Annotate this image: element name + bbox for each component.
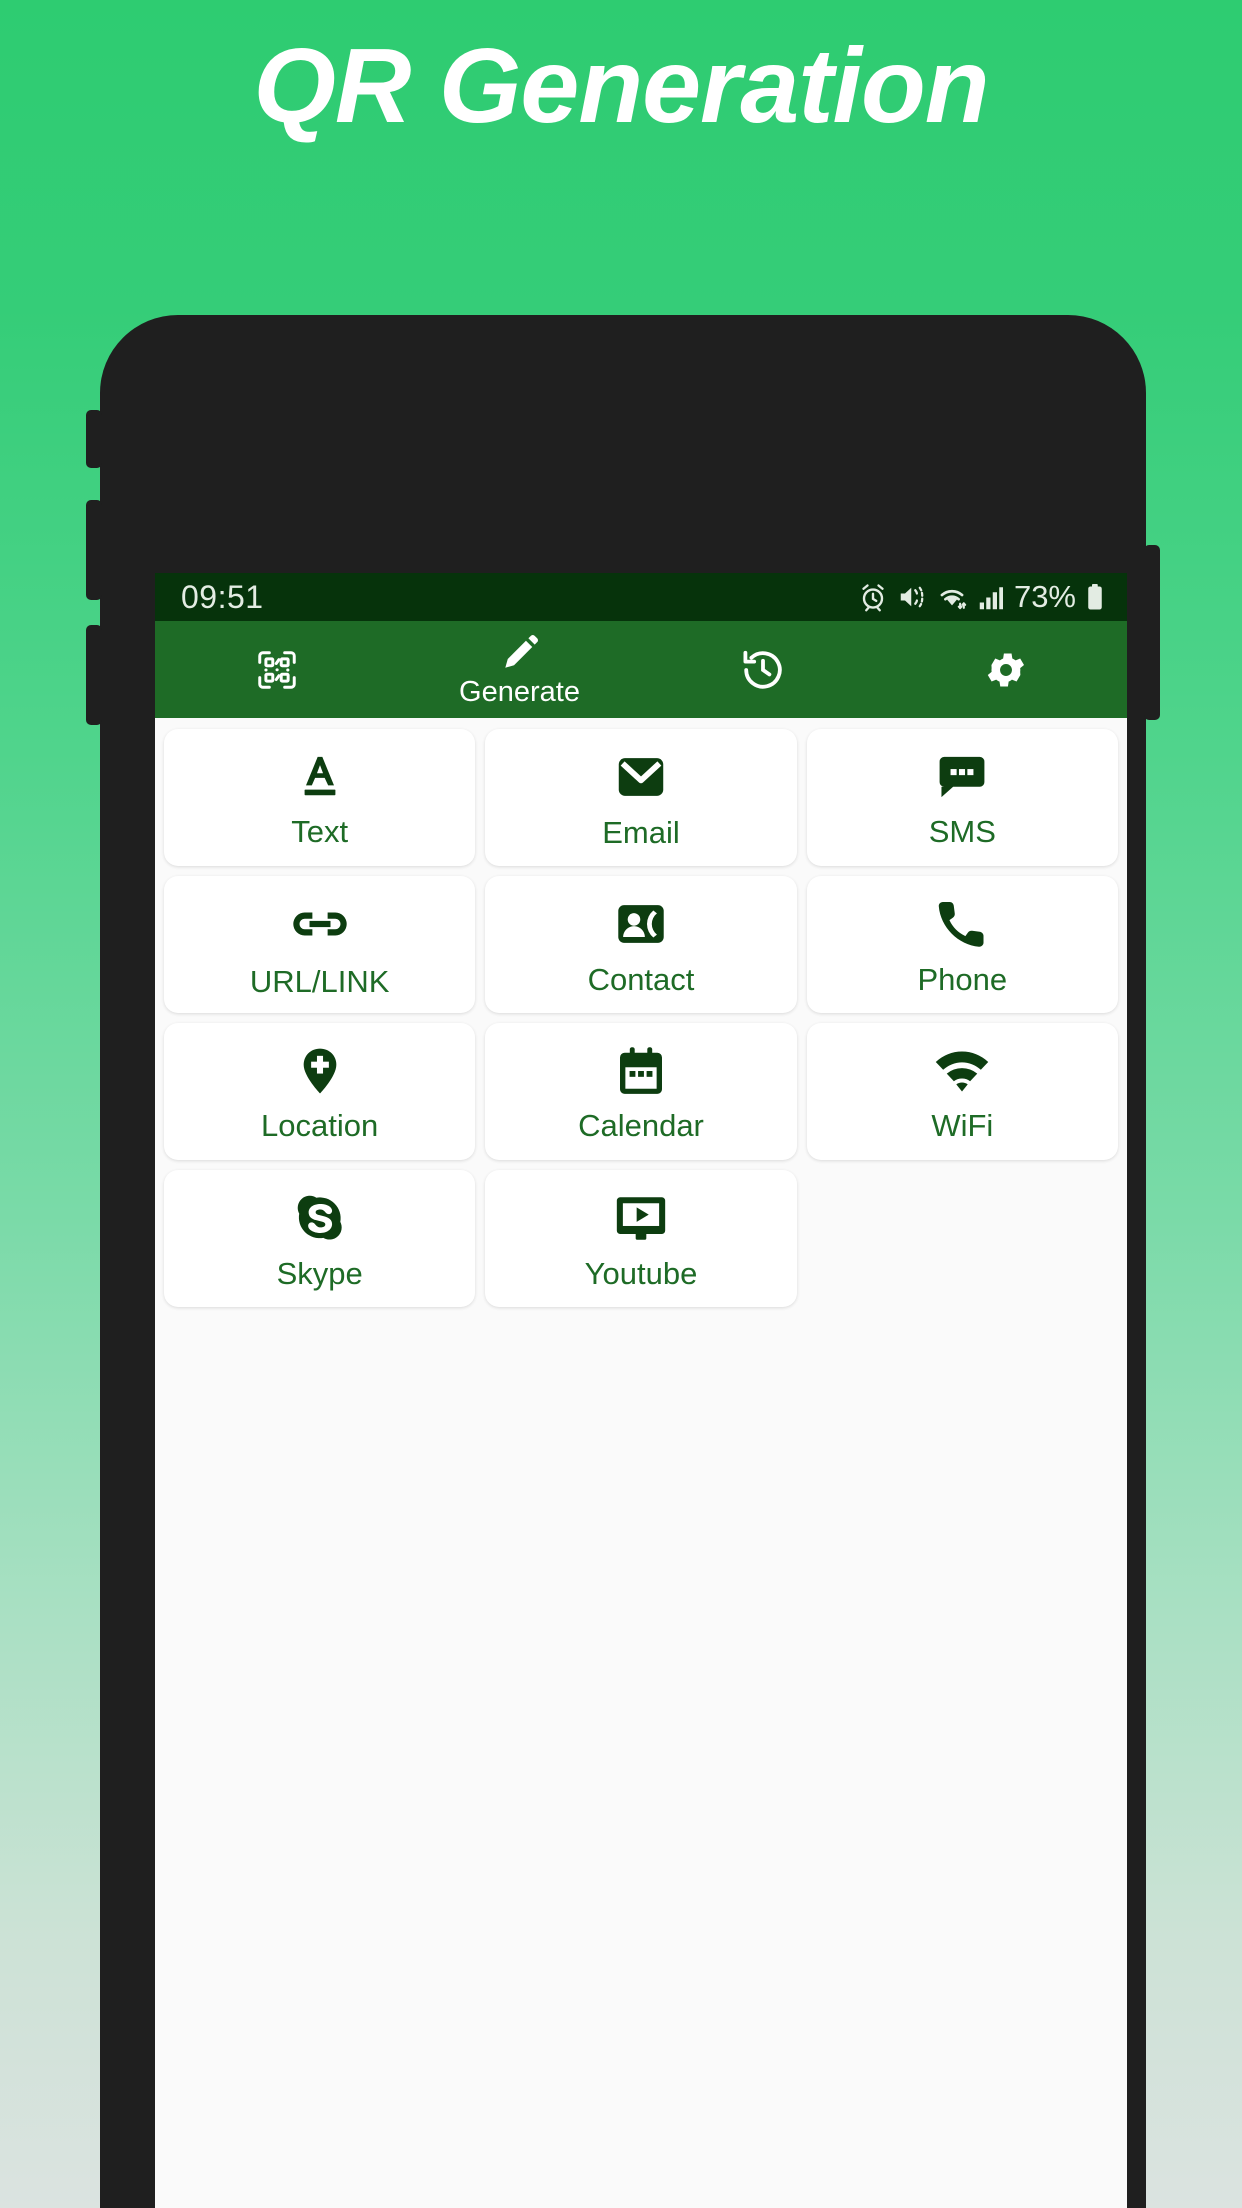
phone-side-button-top[interactable]	[86, 410, 102, 468]
youtube-monitor-icon	[612, 1189, 670, 1247]
status-indicators: 73%	[858, 579, 1105, 615]
tile-location-inner[interactable]: Location	[164, 1023, 476, 1160]
map-pin-plus-icon	[292, 1043, 348, 1099]
tile-wifi[interactable]: WiFi	[802, 1018, 1123, 1165]
tile-empty-slot	[802, 1165, 1123, 1312]
tile-text-inner[interactable]: Text	[164, 729, 476, 866]
status-time: 09:51	[181, 578, 264, 615]
phone-mockup: 09:51 73% Generate Text Email SMS URL/LI…	[86, 315, 1160, 2208]
tile-email[interactable]: Email	[480, 724, 801, 871]
contact-card-icon	[612, 895, 670, 953]
text-a-icon	[292, 749, 348, 805]
tile-location-label: Location	[261, 1107, 379, 1143]
calendar-icon	[613, 1043, 669, 1099]
tile-text-label: Text	[291, 813, 349, 849]
app-toolbar: Generate	[155, 621, 1127, 718]
signal-bars-icon	[977, 582, 1005, 612]
tab-scan[interactable]	[155, 621, 398, 718]
tab-generate[interactable]: Generate	[398, 621, 641, 718]
tile-wifi-label: WiFi	[931, 1107, 994, 1143]
tile-contact[interactable]: Contact	[480, 871, 801, 1018]
phone-handset-icon	[933, 895, 991, 953]
tile-email-inner[interactable]: Email	[485, 729, 797, 866]
phone-screen: 09:51 73% Generate Text Email SMS URL/LI…	[155, 573, 1127, 2208]
alarm-icon	[858, 582, 888, 612]
mute-vibrate-icon	[897, 582, 927, 612]
tile-youtube-inner[interactable]: Youtube	[485, 1170, 797, 1307]
tile-calendar[interactable]: Calendar	[480, 1018, 801, 1165]
gear-icon	[983, 647, 1029, 693]
skype-icon	[291, 1189, 349, 1247]
tile-url-link-label: URL/LINK	[249, 963, 390, 999]
envelope-icon	[612, 748, 670, 806]
tile-sms-label: SMS	[928, 813, 996, 849]
tile-phone[interactable]: Phone	[802, 871, 1123, 1018]
tile-contact-inner[interactable]: Contact	[485, 876, 797, 1013]
tile-phone-label: Phone	[917, 961, 1008, 997]
tile-sms-inner[interactable]: SMS	[806, 729, 1118, 866]
history-icon	[739, 646, 787, 694]
battery-percent-label: 73%	[1013, 579, 1076, 614]
tile-skype-label: Skype	[276, 1255, 363, 1291]
phone-volume-up-button[interactable]	[86, 500, 102, 600]
phone-volume-down-button[interactable]	[86, 625, 102, 725]
tile-sms[interactable]: SMS	[802, 724, 1123, 871]
tab-history[interactable]	[641, 621, 884, 718]
tile-calendar-inner[interactable]: Calendar	[485, 1023, 797, 1160]
battery-icon	[1085, 582, 1105, 612]
qr-type-grid: Text Email SMS URL/LINK Contact Phone Lo…	[155, 718, 1127, 2208]
wifi-icon	[931, 1043, 993, 1099]
link-chain-icon	[289, 893, 351, 955]
tile-youtube-label: Youtube	[584, 1255, 698, 1291]
qr-scan-icon	[254, 647, 300, 693]
tile-email-label: Email	[602, 814, 680, 850]
tile-text[interactable]: Text	[159, 724, 480, 871]
tile-calendar-label: Calendar	[578, 1107, 704, 1143]
wifi-icon	[936, 582, 968, 612]
tile-wifi-inner[interactable]: WiFi	[806, 1023, 1118, 1160]
tile-skype-inner[interactable]: Skype	[164, 1170, 476, 1307]
chat-bubble-icon	[934, 749, 990, 805]
tile-phone-inner[interactable]: Phone	[806, 876, 1118, 1013]
tile-skype[interactable]: Skype	[159, 1165, 480, 1312]
tile-contact-label: Contact	[587, 961, 695, 997]
page-title: QR Generation	[253, 27, 989, 145]
tile-location[interactable]: Location	[159, 1018, 480, 1165]
tab-settings[interactable]	[884, 621, 1127, 718]
tile-url-link-inner[interactable]: URL/LINK	[164, 876, 476, 1013]
status-bar: 09:51 73%	[155, 573, 1127, 621]
tile-empty-inner	[807, 1170, 1118, 1307]
tile-youtube[interactable]: Youtube	[480, 1165, 801, 1312]
tile-url-link[interactable]: URL/LINK	[159, 871, 480, 1018]
phone-power-button[interactable]	[1144, 545, 1160, 720]
tab-generate-label: Generate	[459, 676, 580, 708]
pencil-icon	[499, 632, 541, 674]
